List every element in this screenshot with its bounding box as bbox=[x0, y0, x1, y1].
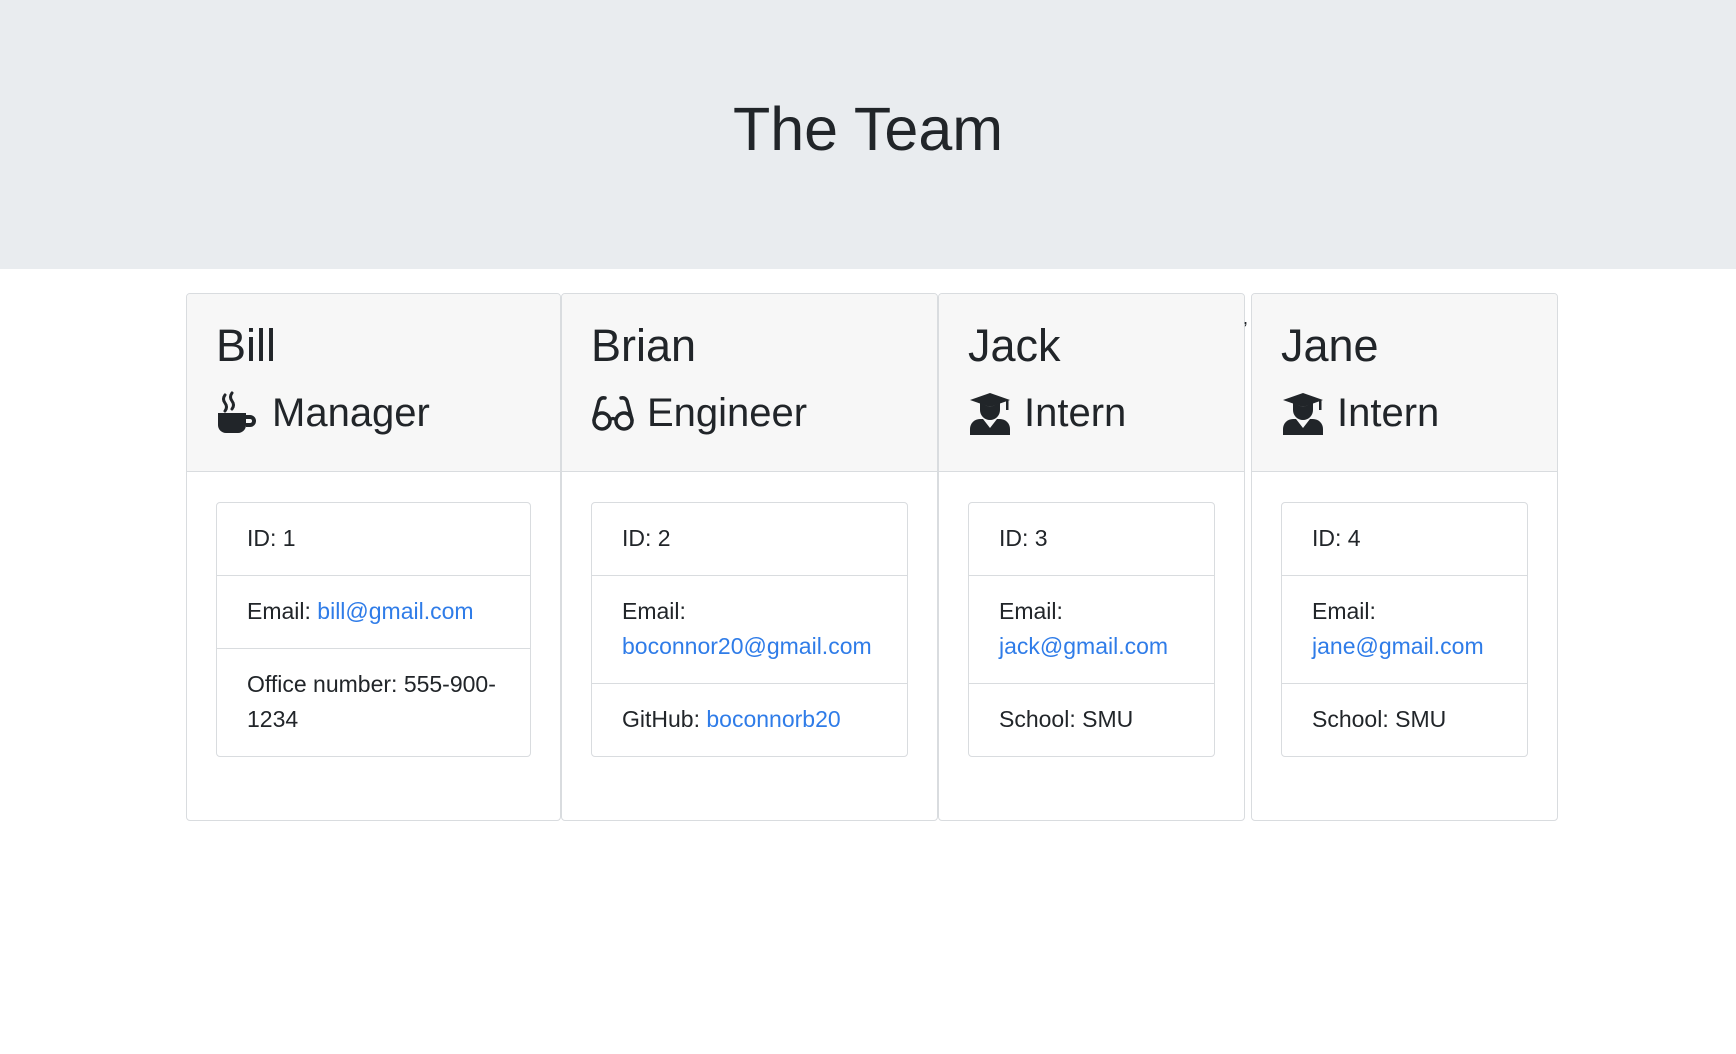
email-label: Email: bbox=[247, 598, 318, 624]
stray-mark: , bbox=[1243, 308, 1249, 328]
employee-name: Jack bbox=[968, 320, 1061, 371]
user-graduate-icon bbox=[1281, 391, 1325, 435]
card-header: Jack Intern bbox=[939, 294, 1244, 472]
employee-id: ID: 4 bbox=[1282, 503, 1527, 576]
employee-role: Engineer bbox=[591, 385, 807, 441]
employee-school: School: SMU bbox=[969, 684, 1214, 756]
employee-email: Email: boconnor20@gmail.com bbox=[592, 576, 907, 684]
email-link[interactable]: jane@gmail.com bbox=[1312, 633, 1484, 659]
employee-card-brian: Brian Engineer ID: 2 Email: boconnor20@g… bbox=[561, 293, 938, 821]
school-label: School: bbox=[999, 706, 1083, 732]
role-label: Intern bbox=[1024, 391, 1127, 435]
employee-email: Email: bill@gmail.com bbox=[217, 576, 530, 649]
employee-card-jack: Jack Intern ID: 3 Email: jack@gmail.com … bbox=[938, 293, 1245, 821]
employee-details: ID: 2 Email: boconnor20@gmail.com GitHub… bbox=[591, 502, 908, 757]
school-label: School: bbox=[1312, 706, 1396, 732]
office-number-label: Office number: bbox=[247, 671, 404, 697]
email-label: Email: bbox=[999, 598, 1063, 624]
email-link[interactable]: jack@gmail.com bbox=[999, 633, 1168, 659]
employee-email: Email: jane@gmail.com bbox=[1282, 576, 1527, 684]
employee-name: Jane bbox=[1281, 320, 1379, 371]
mug-hot-icon bbox=[216, 391, 260, 435]
employee-id: ID: 2 bbox=[592, 503, 907, 576]
card-header: Jane Intern bbox=[1252, 294, 1557, 472]
school-value: SMU bbox=[1082, 706, 1134, 732]
employee-role: Intern bbox=[968, 385, 1126, 441]
employee-details: ID: 1 Email: bill@gmail.com Office numbe… bbox=[216, 502, 531, 757]
email-link[interactable]: bill@gmail.com bbox=[317, 598, 473, 624]
employee-details: ID: 3 Email: jack@gmail.com School: SMU bbox=[968, 502, 1215, 757]
role-label: Engineer bbox=[647, 391, 808, 435]
email-label: Email: bbox=[622, 598, 686, 624]
user-graduate-icon bbox=[968, 391, 1012, 435]
employee-school: School: SMU bbox=[1282, 684, 1527, 756]
employee-card-jane: Jane Intern ID: 4 Email: jane@gmail.com … bbox=[1251, 293, 1558, 821]
employee-name: Brian bbox=[591, 320, 697, 371]
glasses-icon bbox=[591, 391, 635, 435]
github-link[interactable]: boconnorb20 bbox=[706, 706, 840, 732]
page-header: The Team bbox=[0, 0, 1736, 269]
employee-office-number: Office number: 555-900-1234 bbox=[217, 649, 530, 756]
card-header: Brian Engineer bbox=[562, 294, 937, 472]
email-label: Email: bbox=[1312, 598, 1376, 624]
employee-card-bill: Bill Manager ID: 1 Email: bill@gmail.com… bbox=[186, 293, 561, 821]
school-value: SMU bbox=[1395, 706, 1447, 732]
employee-id: ID: 1 bbox=[217, 503, 530, 576]
employee-role: Manager bbox=[216, 385, 430, 441]
page-title: The Team bbox=[732, 95, 1004, 163]
employee-id: ID: 3 bbox=[969, 503, 1214, 576]
github-label: GitHub: bbox=[622, 706, 707, 732]
card-header: Bill Manager bbox=[187, 294, 560, 472]
employee-github: GitHub: boconnorb20 bbox=[592, 684, 907, 756]
employee-name: Bill bbox=[216, 320, 277, 371]
employee-details: ID: 4 Email: jane@gmail.com School: SMU bbox=[1281, 502, 1528, 757]
role-label: Intern bbox=[1337, 391, 1440, 435]
employee-role: Intern bbox=[1281, 385, 1439, 441]
employee-email: Email: jack@gmail.com bbox=[969, 576, 1214, 684]
email-link[interactable]: boconnor20@gmail.com bbox=[622, 633, 872, 659]
role-label: Manager bbox=[272, 391, 430, 435]
